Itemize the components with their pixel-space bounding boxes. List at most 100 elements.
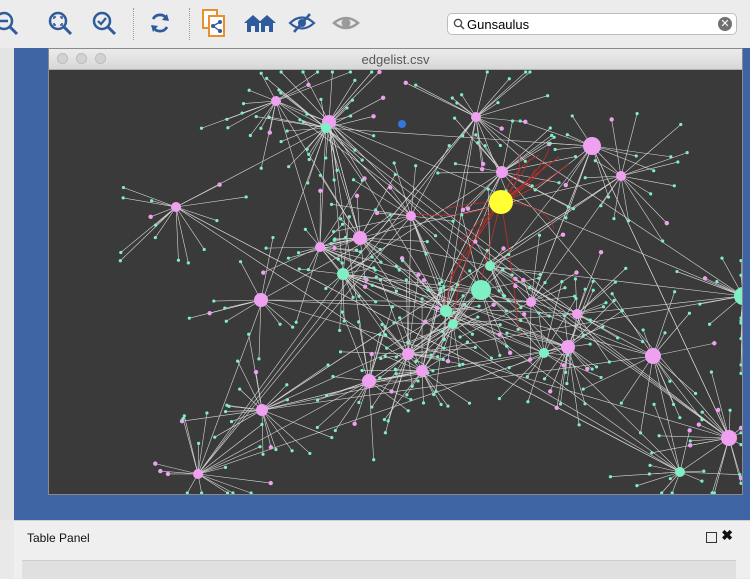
node[interactable] [548, 389, 552, 393]
node[interactable] [384, 354, 387, 357]
node[interactable] [487, 188, 490, 191]
node[interactable] [473, 239, 477, 243]
node[interactable] [306, 83, 310, 87]
node[interactable] [461, 208, 465, 212]
node[interactable] [574, 155, 577, 158]
node[interactable] [261, 453, 264, 456]
node[interactable] [304, 228, 307, 231]
node[interactable] [602, 305, 605, 308]
node[interactable] [361, 159, 364, 162]
node[interactable] [448, 144, 451, 147]
node[interactable] [370, 405, 373, 408]
node[interactable] [499, 126, 503, 130]
node[interactable] [213, 436, 216, 439]
node[interactable] [395, 372, 398, 375]
node[interactable] [339, 217, 342, 220]
node[interactable] [613, 299, 616, 302]
node[interactable] [388, 185, 392, 189]
node[interactable] [349, 70, 352, 73]
node[interactable] [564, 371, 567, 374]
node[interactable] [720, 257, 723, 260]
node[interactable] [291, 326, 294, 329]
node[interactable] [330, 203, 333, 206]
node[interactable] [591, 367, 594, 370]
node[interactable] [364, 277, 368, 281]
node[interactable] [658, 434, 661, 437]
node[interactable] [513, 277, 517, 281]
node[interactable] [207, 311, 211, 315]
node[interactable] [442, 285, 445, 288]
node[interactable] [687, 428, 691, 432]
hub-node[interactable] [171, 202, 181, 212]
node[interactable] [409, 398, 412, 401]
node[interactable] [712, 341, 716, 345]
node[interactable] [455, 101, 458, 104]
node[interactable] [454, 162, 457, 165]
node[interactable] [571, 114, 574, 117]
node[interactable] [511, 119, 514, 122]
node[interactable] [442, 347, 445, 350]
node[interactable] [224, 410, 227, 413]
node[interactable] [624, 267, 627, 270]
node[interactable] [460, 93, 463, 96]
node[interactable] [458, 364, 461, 367]
node[interactable] [316, 70, 319, 73]
node[interactable] [650, 451, 653, 454]
node[interactable] [332, 246, 336, 250]
node[interactable] [584, 288, 587, 291]
hub-node[interactable] [572, 309, 582, 319]
node[interactable] [372, 266, 375, 269]
node[interactable] [257, 357, 260, 360]
node[interactable] [501, 268, 504, 271]
node[interactable] [203, 248, 206, 251]
node[interactable] [355, 248, 358, 251]
node[interactable] [158, 469, 162, 473]
node[interactable] [519, 119, 522, 122]
node[interactable] [739, 443, 742, 446]
node[interactable] [599, 204, 602, 207]
node[interactable] [554, 148, 557, 151]
node[interactable] [739, 321, 742, 324]
node[interactable] [739, 259, 742, 262]
hub-node[interactable] [645, 348, 661, 364]
node[interactable] [279, 140, 282, 143]
node[interactable] [497, 332, 501, 336]
hub-node[interactable] [271, 96, 281, 106]
node[interactable] [468, 269, 471, 272]
hub-node[interactable] [362, 374, 376, 388]
node[interactable] [505, 345, 508, 348]
node[interactable] [616, 336, 619, 339]
node[interactable] [391, 305, 394, 308]
zoom-fit-button[interactable] [46, 8, 74, 38]
refresh-button[interactable] [146, 8, 174, 38]
node[interactable] [635, 154, 638, 157]
node[interactable] [526, 400, 529, 403]
node[interactable] [290, 449, 293, 452]
node[interactable] [476, 315, 479, 318]
hub-node[interactable] [485, 261, 495, 271]
node[interactable] [439, 287, 442, 290]
node[interactable] [318, 189, 322, 193]
node[interactable] [298, 118, 301, 121]
node[interactable] [565, 382, 568, 385]
hub-node[interactable] [254, 293, 268, 307]
node[interactable] [215, 219, 218, 222]
node[interactable] [539, 273, 542, 276]
search-input[interactable] [467, 15, 707, 33]
node[interactable] [269, 445, 273, 449]
node[interactable] [426, 288, 429, 291]
node[interactable] [375, 275, 378, 278]
node[interactable] [197, 442, 200, 445]
node[interactable] [436, 355, 439, 358]
node[interactable] [224, 466, 227, 469]
node[interactable] [663, 331, 666, 334]
node[interactable] [239, 260, 242, 263]
node[interactable] [381, 96, 385, 100]
node[interactable] [351, 99, 354, 102]
node[interactable] [669, 477, 672, 480]
node[interactable] [258, 445, 261, 448]
node[interactable] [451, 287, 454, 290]
node[interactable] [177, 259, 180, 262]
node[interactable] [560, 280, 563, 283]
node[interactable] [466, 206, 470, 210]
